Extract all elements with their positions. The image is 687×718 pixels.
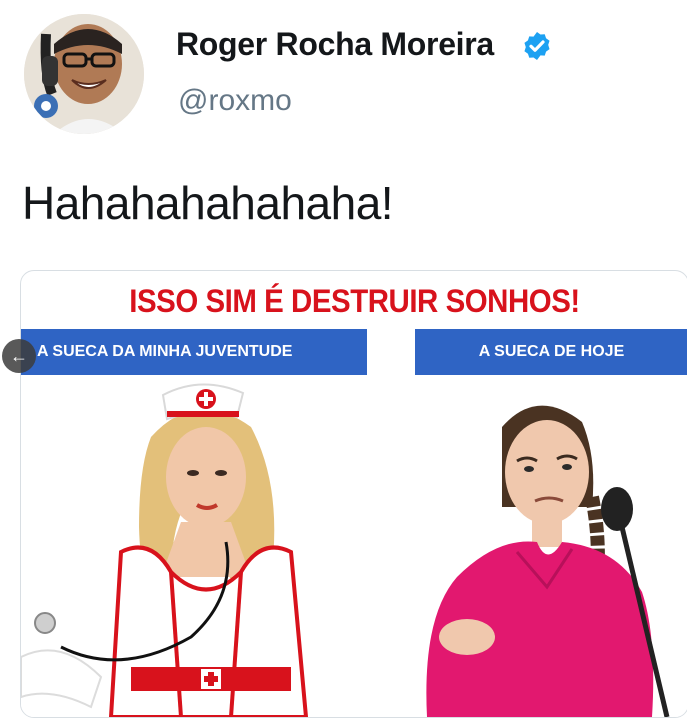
caption-right-banner: A SUECA DE HOJE [415,329,687,375]
back-arrow-icon: ← [10,346,28,366]
back-button[interactable]: ← [2,339,36,373]
tweet-text: Hahahahahahaha! [22,177,394,229]
activist-photo [367,377,687,717]
caption-right-text: A SUECA DE HOJE [478,343,625,360]
caption-left-text: A SUECA DA MINHA JUVENTUDE [37,343,293,360]
verified-badge-icon [524,32,550,60]
display-name[interactable]: Roger Rocha Moreira [176,26,494,63]
meme-headline: ISSO SIM É DESTRUIR SONHOS! [129,283,580,319]
caption-left-banner: A SUECA DA MINHA JUVENTUDE [21,329,367,375]
avatar[interactable] [24,14,144,134]
user-handle[interactable]: @roxmo [178,84,292,118]
tweet-media[interactable]: ISSO SIM É DESTRUIR SONHOS! A SUECA DA M… [20,270,687,718]
avatar-photo [24,14,144,134]
nurse-photo [21,377,367,717]
